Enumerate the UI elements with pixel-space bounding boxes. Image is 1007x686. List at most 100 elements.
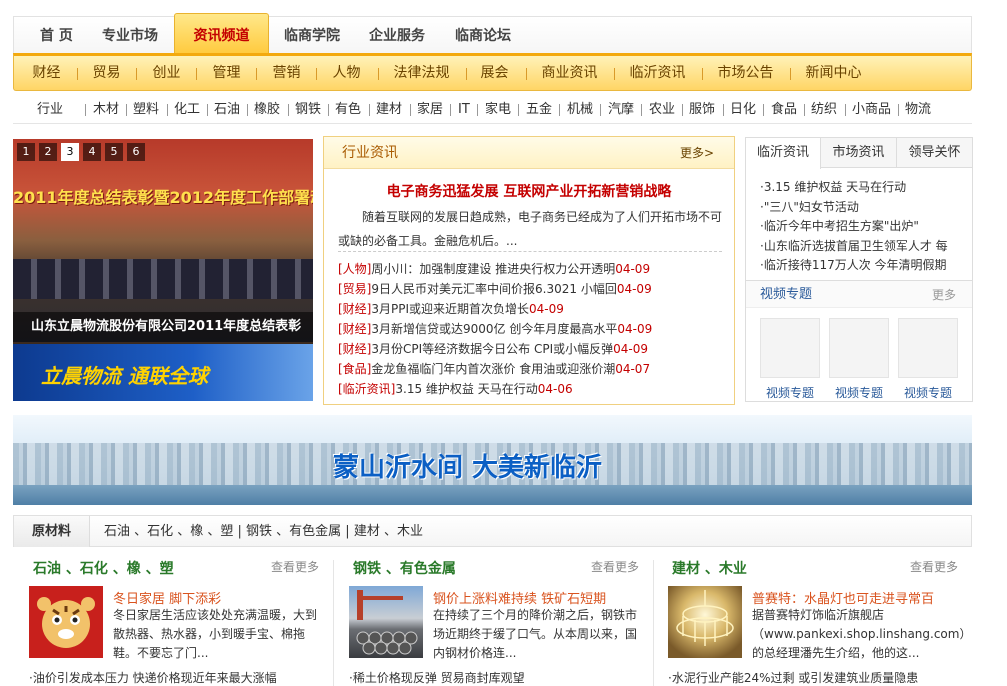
list-item[interactable]: ·临沂今年中考招生方案"出炉" [760, 217, 970, 237]
subnav-people[interactable]: 人物 [324, 56, 369, 91]
news-more-link[interactable]: 更多> [680, 137, 714, 169]
industry-item[interactable]: 纺织 [811, 96, 837, 124]
list-item[interactable]: [财经]3月PPI或迎来近期首次负增长04-09 [338, 299, 730, 319]
logistics-ad[interactable]: 立晨物流 通联全球 [13, 344, 313, 401]
industry-item[interactable]: 汽摩 [608, 96, 634, 124]
slider-page-4[interactable]: 4 [83, 143, 101, 161]
subnav-finance[interactable]: 财经 [24, 56, 69, 91]
nav-home[interactable]: 首 页 [40, 17, 73, 54]
list-item[interactable]: ·3.15 维护权益 天马在行动 [760, 178, 970, 198]
slider-caption[interactable]: 山东立晨物流股份有限公司2011年度总结表彰 [13, 312, 313, 342]
subnav-startup[interactable]: 创业 [144, 56, 189, 91]
video-link[interactable]: 视频专题 [827, 384, 891, 401]
nav-news-channel[interactable]: 资讯频道 [174, 13, 269, 55]
video-thumbnail[interactable] [760, 318, 820, 378]
raw-materials-links[interactable]: 石油 、石化 、橡 、塑 | 钢铁 、有色金属 | 建材 、木业 [104, 516, 423, 547]
industry-item[interactable]: 机械 [567, 96, 593, 124]
slider-page-3[interactable]: 3 [61, 143, 79, 161]
list-item[interactable]: [贸易]9日人民币对美元汇率中间价报6.3021 小幅回04-09 [338, 279, 730, 299]
video-thumbnail[interactable] [829, 318, 889, 378]
industry-item[interactable]: 石油 [214, 96, 240, 124]
slider-page-5[interactable]: 5 [105, 143, 123, 161]
list-item[interactable]: [财经]3月新增信贷或达9000亿 创今年月度最高水平04-09 [338, 319, 730, 339]
list-item[interactable]: ·稀土价格现反弹 贸易商封库观望 [349, 669, 649, 686]
slider-photo[interactable]: 2011年度总结表彰暨2012年度工作部署动员大会 山东立晨物流股份有限公司20… [13, 139, 313, 342]
slider-page-2[interactable]: 2 [39, 143, 57, 161]
list-item[interactable]: ·"三八"妇女节活动 [760, 198, 970, 218]
linyi-banner[interactable]: 蒙山沂水间 大美新临沂 [13, 415, 972, 505]
industry-item[interactable]: 家居 [417, 96, 443, 124]
tab-market-news[interactable]: 市场资讯 [821, 138, 897, 168]
raw-materials-bar: 原材料 石油 、石化 、橡 、塑 | 钢铁 、有色金属 | 建材 、木业 [13, 515, 972, 547]
meeting-desk [13, 259, 313, 299]
subnav-marketing[interactable]: 营销 [264, 56, 309, 91]
list-item[interactable]: [食品]金龙鱼福临门年内首次涨价 食用油或迎涨价潮04-07 [338, 359, 730, 379]
nav-forum[interactable]: 临商论坛 [455, 17, 511, 54]
image-slider[interactable]: 2011年度总结表彰暨2012年度工作部署动员大会 山东立晨物流股份有限公司20… [13, 139, 313, 401]
nav-enterprise[interactable]: 企业服务 [369, 17, 425, 54]
column-more-link[interactable]: 查看更多 [591, 558, 639, 575]
industry-item[interactable]: 小商品 [852, 96, 891, 124]
list-item[interactable]: ·油价引发成本压力 快递价格现近年来最大涨幅 [29, 669, 329, 686]
video-more-link[interactable]: 更多 [932, 281, 956, 309]
slider-page-1[interactable]: 1 [17, 143, 35, 161]
column-more-link[interactable]: 查看更多 [910, 558, 958, 575]
list-item[interactable]: ·水泥行业产能24%过剩 或引发建筑业质量隐患 [668, 669, 968, 686]
column-heading[interactable]: 建材 、木业 [672, 558, 747, 578]
chandelier-thumbnail[interactable] [668, 586, 742, 658]
sub-nav: 财经 贸易 创业 管理 营销 人物 法律法规 展会 商业资讯 临沂资讯 市场公告… [13, 53, 972, 91]
steel-thumbnail[interactable] [349, 586, 423, 658]
industry-item[interactable]: 钢铁 [295, 96, 321, 124]
industry-item[interactable]: 塑料 [133, 96, 159, 124]
subnav-linyi-news[interactable]: 临沂资讯 [620, 56, 695, 91]
industry-item[interactable]: 五金 [526, 96, 552, 124]
column-petroleum: 石油 、石化 、橡 、塑 查看更多 冬日家居 脚下添彩 冬日家居生活应该处处充满… [13, 548, 319, 686]
column-heading[interactable]: 钢铁 、有色金属 [353, 558, 456, 578]
video-thumbnail[interactable] [898, 318, 958, 378]
tab-leadership[interactable]: 领导关怀 [897, 138, 972, 168]
subnav-management[interactable]: 管理 [204, 56, 249, 91]
industry-item[interactable]: 食品 [771, 96, 797, 124]
subnav-law[interactable]: 法律法规 [384, 56, 459, 91]
industry-item[interactable]: 服饰 [689, 96, 715, 124]
column-heading[interactable]: 石油 、石化 、橡 、塑 [33, 558, 174, 578]
list-item[interactable]: [人物]周小川：加强制度建设 推进央行权力公开透明04-09 [338, 259, 730, 279]
industry-item[interactable]: 化工 [174, 96, 200, 124]
industry-item[interactable]: 建材 [376, 96, 402, 124]
industry-item[interactable]: 有色 [335, 96, 361, 124]
video-link[interactable]: 视频专题 [896, 384, 960, 401]
industry-item[interactable]: 农业 [649, 96, 675, 124]
tab-linyi-news[interactable]: 临沂资讯 [746, 138, 821, 169]
industry-item[interactable]: 物流 [905, 96, 931, 124]
industry-item[interactable]: 木材 [93, 96, 119, 124]
slider-pager: 123456 [13, 143, 145, 161]
article-title[interactable]: 钢价上涨料难持续 铁矿石短期 [433, 588, 606, 607]
article-title[interactable]: 普赛特：水晶灯也可走进寻常百 [752, 588, 934, 607]
slider-page-6[interactable]: 6 [127, 143, 145, 161]
column-more-link[interactable]: 查看更多 [271, 558, 319, 575]
list-item[interactable]: ·临沂接待117万人次 今年清明假期 [760, 256, 970, 276]
subnav-news-center[interactable]: 新闻中心 [796, 56, 871, 91]
subnav-market-notice[interactable]: 市场公告 [708, 56, 783, 91]
news-headline[interactable]: 电子商务迅猛发展 互联网产业开拓新营销战略 [324, 181, 734, 201]
nav-market[interactable]: 专业市场 [102, 17, 158, 54]
subnav-expo[interactable]: 展会 [472, 56, 517, 91]
list-item[interactable]: ·山东临沂选拔首届卫生领军人才 每 [760, 237, 970, 257]
industry-item[interactable]: 日化 [730, 96, 756, 124]
nav-college[interactable]: 临商学院 [284, 17, 340, 54]
video-title: 视频专题 [760, 287, 813, 302]
video-link[interactable]: 视频专题 [758, 384, 822, 401]
industry-item[interactable]: IT [458, 96, 470, 124]
industry-news-panel: 行业资讯 更多> 电子商务迅猛发展 互联网产业开拓新营销战略 随着互联网的发展日… [323, 136, 735, 405]
article-title[interactable]: 冬日家居 脚下添彩 [113, 588, 221, 607]
subnav-trade[interactable]: 贸易 [84, 56, 129, 91]
subnav-business-news[interactable]: 商业资讯 [532, 56, 607, 91]
news-summary: 随着互联网的发展日趋成熟，电子商务已经成为了人们开拓市场不可或缺的必备工具。金融… [338, 210, 723, 248]
article-desc: 在持续了三个月的降价潮之后，钢铁市场近期终于缓了口气。从本周以来，国内钢材价格连… [433, 608, 638, 660]
list-item[interactable]: [临沂资讯]3.15 维护权益 天马在行动04-06 [338, 379, 730, 399]
industry-item[interactable]: 橡胶 [254, 96, 280, 124]
list-item[interactable]: [财经]3月份CPI等经济数据今日公布 CPI或小幅反弹04-09 [338, 339, 730, 359]
industry-label: 行业 [37, 102, 64, 117]
tiger-thumbnail[interactable] [29, 586, 103, 658]
industry-item[interactable]: 家电 [485, 96, 511, 124]
